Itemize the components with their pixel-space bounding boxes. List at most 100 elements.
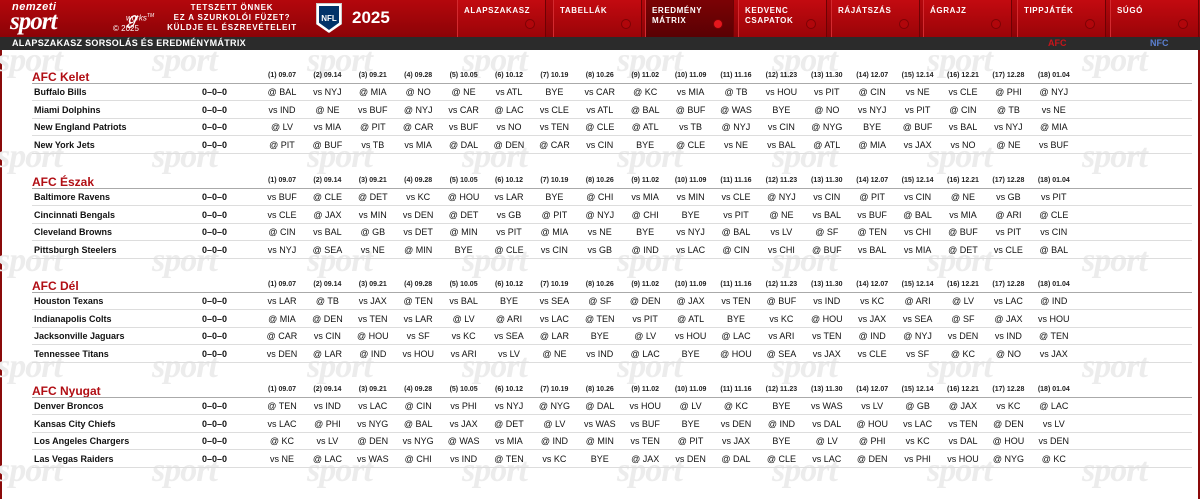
game-cell[interactable]: @ CAR: [393, 122, 443, 132]
game-cell[interactable]: @ NYJ: [393, 105, 443, 115]
game-cell[interactable]: @ IND: [529, 436, 579, 446]
game-cell[interactable]: vs PIT: [711, 210, 761, 220]
game-cell[interactable]: @ NYG: [529, 401, 579, 411]
game-cell[interactable]: vs MIA: [666, 87, 716, 97]
game-cell[interactable]: @ MIA: [529, 227, 579, 237]
game-cell[interactable]: vs MIA: [302, 122, 352, 132]
game-cell[interactable]: vs TEN: [938, 419, 988, 429]
game-cell[interactable]: @ MIN: [439, 227, 489, 237]
game-cell[interactable]: vs LV: [302, 436, 352, 446]
game-cell[interactable]: @ LAR: [529, 331, 579, 341]
game-cell[interactable]: @ BAL: [893, 210, 943, 220]
game-cell[interactable]: @ NE: [938, 192, 988, 202]
game-cell[interactable]: @ BUF: [666, 105, 716, 115]
game-cell[interactable]: BYE: [847, 122, 897, 132]
game-cell[interactable]: vs LV: [484, 349, 534, 359]
game-cell[interactable]: vs CIN: [1029, 227, 1079, 237]
game-cell[interactable]: vs DAL: [802, 419, 852, 429]
game-cell[interactable]: @ LV: [938, 296, 988, 306]
game-cell[interactable]: @ MIA: [1029, 122, 1079, 132]
game-cell[interactable]: vs PHI: [893, 454, 943, 464]
game-cell[interactable]: vs TEN: [802, 331, 852, 341]
game-cell[interactable]: vs MIA: [484, 436, 534, 446]
game-cell[interactable]: vs SEA: [893, 314, 943, 324]
game-cell[interactable]: @ PIT: [529, 210, 579, 220]
game-cell[interactable]: BYE: [575, 454, 625, 464]
game-cell[interactable]: vs SEA: [529, 296, 579, 306]
game-cell[interactable]: @ BUF: [756, 296, 806, 306]
game-cell[interactable]: vs HOU: [666, 331, 716, 341]
game-cell[interactable]: vs LAR: [484, 192, 534, 202]
team-name-link[interactable]: Tennessee Titans: [34, 349, 109, 359]
game-cell[interactable]: vs NYJ: [484, 401, 534, 411]
game-cell[interactable]: @ TB: [302, 296, 352, 306]
game-cell[interactable]: vs MIN: [348, 210, 398, 220]
game-cell[interactable]: @ JAX: [938, 401, 988, 411]
game-cell[interactable]: @ CHI: [393, 454, 443, 464]
game-cell[interactable]: vs DEN: [938, 331, 988, 341]
game-cell[interactable]: vs SF: [393, 331, 443, 341]
game-cell[interactable]: @ BAL: [257, 87, 307, 97]
game-cell[interactable]: vs BUF: [1029, 140, 1079, 150]
team-name-link[interactable]: Denver Broncos: [34, 401, 104, 411]
game-cell[interactable]: vs BAL: [756, 140, 806, 150]
game-cell[interactable]: vs BAL: [847, 245, 897, 255]
game-cell[interactable]: vs DEN: [666, 454, 716, 464]
game-cell[interactable]: vs LAC: [802, 454, 852, 464]
game-cell[interactable]: vs PIT: [1029, 192, 1079, 202]
nav-tab-2[interactable]: TABELLÁK: [553, 0, 642, 37]
game-cell[interactable]: @ ARI: [484, 314, 534, 324]
game-cell[interactable]: @ ATL: [620, 122, 670, 132]
game-cell[interactable]: @ DAL: [711, 454, 761, 464]
team-name-link[interactable]: Indianapolis Colts: [34, 314, 112, 324]
game-cell[interactable]: vs CHI: [756, 245, 806, 255]
game-cell[interactable]: @ LAR: [302, 349, 352, 359]
game-cell[interactable]: vs CIN: [529, 245, 579, 255]
game-cell[interactable]: vs IND: [302, 401, 352, 411]
game-cell[interactable]: BYE: [711, 314, 761, 324]
game-cell[interactable]: @ ARI: [893, 296, 943, 306]
game-cell[interactable]: vs LAC: [257, 419, 307, 429]
game-cell[interactable]: @ KC: [1029, 454, 1079, 464]
game-cell[interactable]: @ SF: [575, 296, 625, 306]
game-cell[interactable]: @ NO: [983, 349, 1033, 359]
game-cell[interactable]: vs KC: [847, 296, 897, 306]
game-cell[interactable]: @ MIA: [257, 314, 307, 324]
game-cell[interactable]: @ DEN: [847, 454, 897, 464]
game-cell[interactable]: @ IND: [1029, 296, 1079, 306]
game-cell[interactable]: vs ARI: [756, 331, 806, 341]
game-cell[interactable]: vs KC: [439, 331, 489, 341]
game-cell[interactable]: vs CHI: [893, 227, 943, 237]
game-cell[interactable]: vs DEN: [393, 210, 443, 220]
game-cell[interactable]: @ TEN: [847, 227, 897, 237]
game-cell[interactable]: BYE: [666, 349, 716, 359]
game-cell[interactable]: vs IND: [257, 105, 307, 115]
game-cell[interactable]: @ TEN: [575, 314, 625, 324]
game-cell[interactable]: vs LAC: [666, 245, 716, 255]
game-cell[interactable]: vs DEN: [1029, 436, 1079, 446]
game-cell[interactable]: vs BUF: [847, 210, 897, 220]
game-cell[interactable]: @ NYG: [802, 122, 852, 132]
game-cell[interactable]: vs JAX: [847, 314, 897, 324]
game-cell[interactable]: vs PHI: [439, 401, 489, 411]
game-cell[interactable]: vs GB: [983, 192, 1033, 202]
game-cell[interactable]: vs LAC: [529, 314, 579, 324]
game-cell[interactable]: vs BUF: [257, 192, 307, 202]
game-cell[interactable]: vs LAC: [983, 296, 1033, 306]
game-cell[interactable]: @ CAR: [257, 331, 307, 341]
game-cell[interactable]: vs BUF: [620, 419, 670, 429]
game-cell[interactable]: vs JAX: [711, 436, 761, 446]
game-cell[interactable]: vs ATL: [484, 87, 534, 97]
game-cell[interactable]: vs MIA: [620, 192, 670, 202]
game-cell[interactable]: BYE: [620, 227, 670, 237]
game-cell[interactable]: @ LAC: [1029, 401, 1079, 411]
game-cell[interactable]: vs PIT: [802, 87, 852, 97]
game-cell[interactable]: @ NYJ: [756, 192, 806, 202]
game-cell[interactable]: vs WAS: [348, 454, 398, 464]
game-cell[interactable]: @ CLE: [756, 454, 806, 464]
game-cell[interactable]: @ IND: [348, 349, 398, 359]
game-cell[interactable]: @ BAL: [1029, 245, 1079, 255]
game-cell[interactable]: @ DEN: [484, 140, 534, 150]
game-cell[interactable]: vs IND: [802, 296, 852, 306]
team-name-link[interactable]: New York Jets: [34, 140, 95, 150]
